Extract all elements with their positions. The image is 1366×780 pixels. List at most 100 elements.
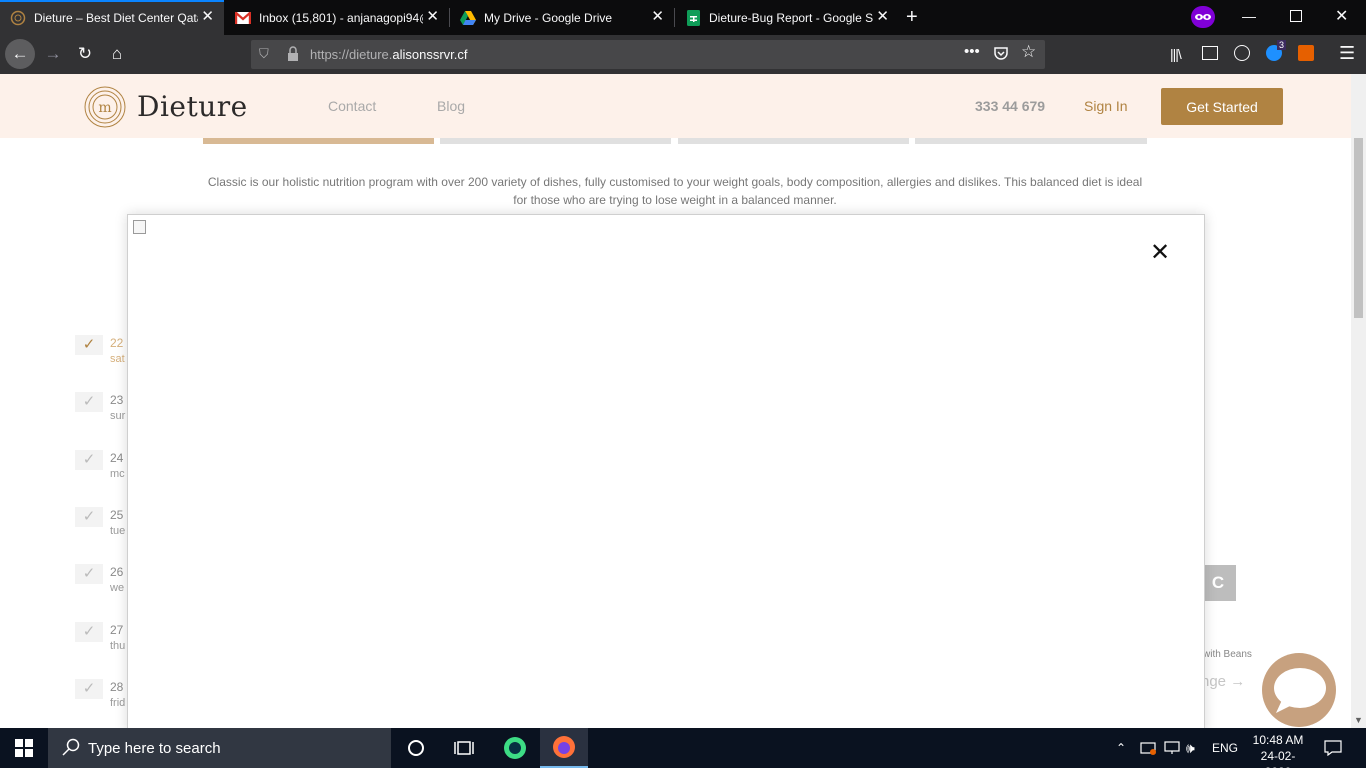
day-item[interactable]: ✓ 26 we bbox=[75, 564, 135, 604]
tab-google-drive[interactable]: My Drive - Google Drive ✕ bbox=[450, 0, 674, 35]
day-item[interactable]: ✓ 28 frid bbox=[75, 679, 135, 719]
notifications-icon[interactable] bbox=[1324, 728, 1342, 768]
taskbar-search-box[interactable]: Type here to search bbox=[48, 728, 391, 768]
minimize-window-icon[interactable]: — bbox=[1242, 8, 1258, 24]
modal-dialog: ✕ bbox=[127, 214, 1205, 734]
nav-contact[interactable]: Contact bbox=[328, 98, 376, 114]
extension-badge: 3 bbox=[1277, 40, 1287, 50]
day-item[interactable]: ✓ 23 sur bbox=[75, 392, 135, 432]
restore-window-icon[interactable] bbox=[1290, 10, 1302, 22]
page-actions-icon[interactable]: ••• bbox=[964, 43, 980, 60]
check-icon: ✓ bbox=[75, 679, 103, 699]
google-sheets-icon bbox=[685, 9, 701, 26]
sign-in-link[interactable]: Sign In bbox=[1084, 98, 1128, 114]
meal-text: with Beans bbox=[1203, 649, 1252, 660]
url-bar[interactable]: ⛉ https://dieture.alisonssrvr.cf ••• ☆ bbox=[251, 40, 1045, 69]
close-tab-icon[interactable]: ✕ bbox=[426, 9, 439, 25]
private-browsing-icon bbox=[1191, 6, 1215, 28]
plan-tab-classic[interactable] bbox=[203, 138, 434, 144]
arrow-right-icon: → bbox=[1230, 673, 1246, 690]
language-indicator[interactable]: ENG bbox=[1212, 728, 1238, 768]
network-status-icon[interactable] bbox=[1140, 728, 1156, 768]
clock[interactable]: 10:48 AM 24-02-2020 bbox=[1248, 732, 1308, 780]
scroll-down-icon[interactable]: ▼ bbox=[1354, 715, 1363, 725]
day-item[interactable]: ✓ 25 tue bbox=[75, 507, 135, 547]
display-icon[interactable] bbox=[1164, 728, 1180, 768]
tab-dieture[interactable]: Dieture – Best Diet Center Qatar ✕ bbox=[0, 0, 224, 35]
broken-image-icon bbox=[133, 220, 146, 234]
change-meal-link[interactable]: nge → bbox=[1201, 673, 1245, 690]
check-icon: ✓ bbox=[75, 335, 103, 355]
shield-icon[interactable]: ⛉ bbox=[259, 46, 273, 62]
plan-tab[interactable] bbox=[440, 138, 671, 144]
reload-button[interactable]: ↻ bbox=[70, 39, 100, 69]
browser-nav-bar: ← → ↻ ⌂ ⛉ https://dieture.alisonssrvr.cf… bbox=[0, 35, 1366, 74]
url-domain: alisonssrvr.cf bbox=[392, 47, 468, 62]
day-name: mc bbox=[110, 468, 125, 480]
day-item[interactable]: ✓ 22 sat bbox=[75, 335, 135, 375]
home-button[interactable]: ⌂ bbox=[102, 39, 132, 69]
back-button[interactable]: ← bbox=[5, 39, 35, 69]
page-scrollbar[interactable]: ▼ bbox=[1351, 74, 1366, 728]
windows-start-icon[interactable] bbox=[0, 728, 48, 768]
dieture-favicon-icon bbox=[10, 10, 26, 26]
tab-title: Dieture-Bug Report - Google Sh bbox=[709, 10, 873, 25]
google-drive-icon bbox=[460, 10, 476, 26]
library-icon[interactable]: |||\ bbox=[1170, 46, 1182, 62]
lock-icon[interactable] bbox=[287, 46, 299, 62]
day-item[interactable]: ✓ 27 thu bbox=[75, 622, 135, 662]
menu-icon[interactable]: ☰ bbox=[1339, 43, 1355, 64]
brand-name[interactable]: Dieture bbox=[137, 90, 248, 123]
check-icon: ✓ bbox=[75, 564, 103, 584]
close-tab-icon[interactable]: ✕ bbox=[201, 9, 214, 25]
new-tab-button[interactable]: + bbox=[906, 6, 926, 28]
tab-gmail[interactable]: Inbox (15,801) - anjanagopi94@ ✕ bbox=[225, 0, 449, 35]
tab-google-sheets[interactable]: Dieture-Bug Report - Google Sh ✕ bbox=[675, 0, 899, 35]
search-icon bbox=[62, 738, 80, 756]
dieture-logo-icon[interactable]: m bbox=[84, 86, 126, 128]
account-icon[interactable] bbox=[1234, 45, 1250, 61]
day-name: we bbox=[110, 582, 125, 594]
chat-button[interactable] bbox=[1262, 653, 1336, 727]
day-name: sur bbox=[110, 410, 126, 422]
plan-description: Classic is our holistic nutrition progra… bbox=[207, 175, 1143, 207]
get-started-button[interactable]: Get Started bbox=[1161, 88, 1283, 125]
browser-tab-bar: Dieture – Best Diet Center Qatar ✕ Inbox… bbox=[0, 0, 1366, 35]
scrollbar-thumb[interactable] bbox=[1354, 138, 1363, 318]
task-view-icon[interactable] bbox=[440, 728, 488, 768]
check-icon: ✓ bbox=[75, 392, 103, 412]
chat-bubble-icon bbox=[1274, 668, 1326, 713]
close-window-icon[interactable]: ✕ bbox=[1335, 6, 1351, 25]
day-number: 23 bbox=[110, 393, 124, 407]
close-tab-icon[interactable]: ✕ bbox=[651, 9, 664, 25]
day-number: 25 bbox=[110, 508, 124, 522]
bookmark-star-icon[interactable]: ☆ bbox=[1021, 42, 1036, 62]
tab-title: My Drive - Google Drive bbox=[484, 10, 613, 25]
url-text[interactable]: https://dieture.alisonssrvr.cf bbox=[310, 47, 468, 62]
firefox-taskbar-icon[interactable] bbox=[540, 728, 588, 768]
check-icon: ✓ bbox=[75, 622, 103, 642]
sidebar-icon[interactable] bbox=[1202, 46, 1218, 60]
phone-number[interactable]: 333 44 679 bbox=[975, 98, 1045, 114]
cortana-icon[interactable] bbox=[392, 728, 440, 768]
day-name: sat bbox=[110, 353, 125, 365]
windows-taskbar: Type here to search ⌃ 🕪 ENG 10:48 AM 24-… bbox=[0, 728, 1366, 779]
modal-close-button[interactable]: ✕ bbox=[1148, 241, 1172, 265]
forward-button[interactable]: → bbox=[38, 39, 68, 69]
plan-tab[interactable] bbox=[915, 138, 1147, 144]
svg-text:m: m bbox=[98, 100, 111, 116]
close-tab-icon[interactable]: ✕ bbox=[876, 9, 889, 25]
android-studio-icon[interactable] bbox=[491, 728, 539, 768]
day-number: 28 bbox=[110, 680, 124, 694]
day-number: 26 bbox=[110, 565, 124, 579]
check-icon: ✓ bbox=[75, 450, 103, 470]
meal-letter-badge: C bbox=[1200, 565, 1236, 601]
volume-icon[interactable]: 🕪 bbox=[1186, 728, 1195, 768]
nav-blog[interactable]: Blog bbox=[437, 98, 465, 114]
pocket-icon[interactable] bbox=[993, 45, 1009, 61]
day-item[interactable]: ✓ 24 mc bbox=[75, 450, 135, 490]
show-hidden-icons-icon[interactable]: ⌃ bbox=[1116, 728, 1126, 768]
settings-extension-icon[interactable] bbox=[1298, 45, 1314, 61]
url-prefix: https://dieture. bbox=[310, 47, 393, 62]
plan-tab[interactable] bbox=[678, 138, 909, 144]
